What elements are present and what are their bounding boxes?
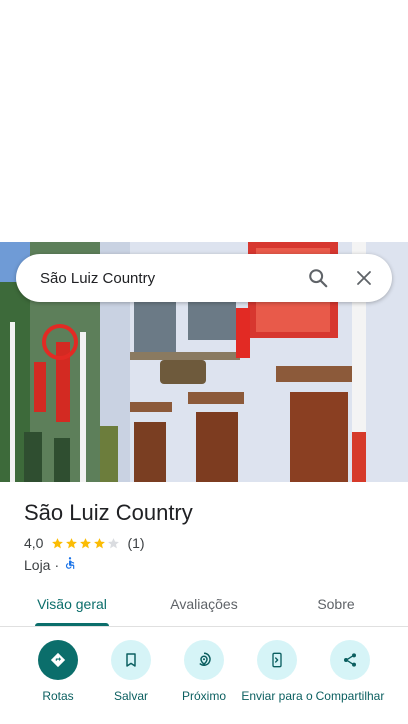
tab-overview[interactable]: Visão geral (20, 582, 124, 626)
send-to-phone-label: Enviar para o (241, 689, 313, 703)
rating-row[interactable]: 4,0 (1) (24, 535, 145, 551)
star-icon (80, 537, 92, 548)
nearby-icon (184, 640, 224, 680)
directions-icon (38, 640, 78, 680)
search-icon[interactable] (298, 258, 338, 298)
search-input[interactable]: São Luiz Country (40, 270, 298, 287)
save-label: Salvar (113, 689, 148, 703)
place-title: São Luiz Country (24, 500, 193, 525)
place-category: Loja (24, 556, 51, 573)
tab-reviews[interactable]: Avaliações (152, 582, 256, 626)
nearby-button[interactable]: Próximo (166, 640, 242, 703)
directions-button[interactable]: Rotas (20, 640, 96, 703)
search-bar[interactable]: São Luiz Country (16, 254, 392, 302)
separator-dot: · (54, 556, 60, 573)
category-row: Loja · (24, 556, 77, 573)
share-label: Compartilhar (315, 689, 385, 703)
wheelchair-accessible-icon (63, 556, 77, 573)
share-button[interactable]: Compartilhar (312, 640, 388, 703)
send-to-phone-button[interactable]: Enviar para o (239, 640, 315, 703)
review-count: (1) (127, 535, 145, 551)
star-icon (66, 537, 78, 548)
star-empty-icon (108, 537, 120, 548)
rating-stars (51, 537, 121, 550)
close-icon[interactable] (344, 258, 384, 298)
map-blank-area (0, 0, 408, 242)
bookmark-icon (111, 640, 151, 680)
directions-label: Rotas (42, 689, 74, 703)
share-icon (330, 640, 370, 680)
action-bar: Rotas Salvar Próximo Enviar para o Compa… (0, 640, 408, 724)
star-icon (94, 537, 106, 548)
save-button[interactable]: Salvar (93, 640, 169, 703)
active-tab-indicator (35, 623, 109, 626)
tab-about[interactable]: Sobre (284, 582, 388, 626)
place-tabs: Visão geral Avaliações Sobre (0, 582, 408, 627)
rating-value: 4,0 (24, 535, 44, 551)
star-icon (52, 537, 64, 548)
nearby-label: Próximo (181, 689, 226, 703)
send-to-phone-icon (257, 640, 297, 680)
